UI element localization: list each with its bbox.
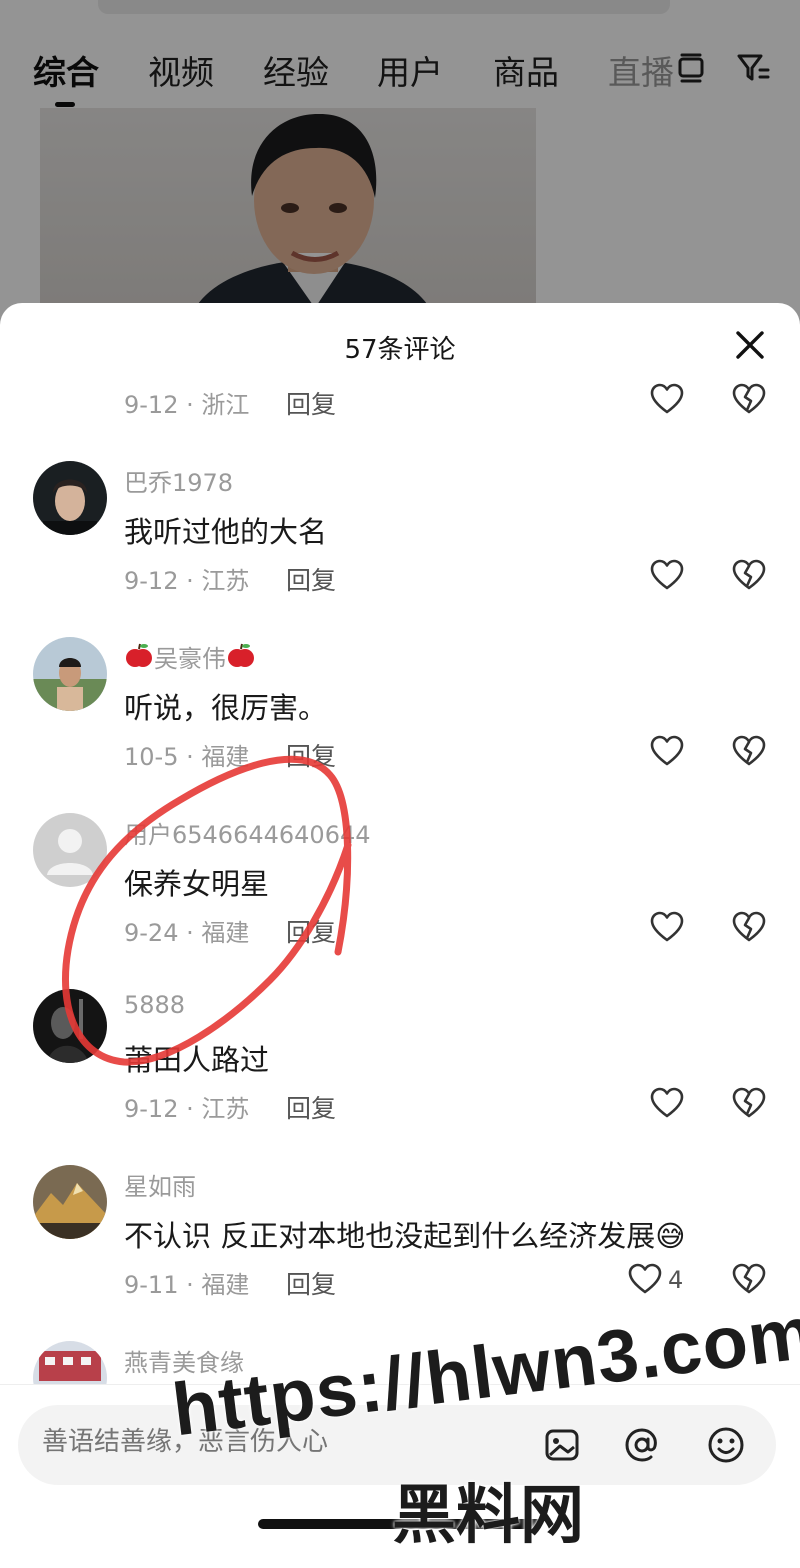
broken-heart-icon[interactable] (732, 559, 766, 591)
avatar[interactable] (33, 989, 107, 1063)
comment-username[interactable]: 5888 (124, 991, 185, 1019)
close-icon[interactable] (732, 327, 768, 363)
avatar[interactable] (33, 637, 107, 711)
comment-text: 保养女明星 (124, 867, 270, 901)
reply-button[interactable]: 回复 (286, 1265, 336, 1301)
comment-meta: 9-12 · 江苏 (124, 567, 250, 595)
avatar[interactable] (33, 1341, 107, 1387)
comment-text: 听说，很厉害。 (124, 691, 328, 725)
reply-button[interactable]: 回复 (286, 737, 336, 773)
emoji-icon[interactable] (706, 1425, 746, 1465)
broken-heart-icon[interactable] (732, 1263, 766, 1295)
reply-button[interactable]: 回复 (286, 385, 336, 421)
reply-button[interactable]: 回复 (286, 913, 336, 949)
broken-heart-icon[interactable] (732, 1087, 766, 1119)
broken-heart-icon[interactable] (732, 735, 766, 767)
comment-username-text: 吴豪伟 (154, 645, 226, 673)
avatar[interactable] (33, 461, 107, 535)
home-indicator (258, 1519, 542, 1529)
apple-emoji-icon (228, 643, 254, 667)
modal-dim-overlay[interactable] (0, 0, 800, 320)
list-item: 燕青美食缘 (0, 1341, 800, 1387)
comment-username[interactable]: 星如雨 (124, 1167, 196, 1202)
heart-icon[interactable] (650, 735, 684, 767)
comment-count-title: 57条评论 (344, 335, 456, 365)
like-count: 4 (668, 1266, 684, 1294)
broken-heart-icon[interactable] (732, 383, 766, 415)
comment-meta: 9-11 · 福建 (124, 1271, 250, 1299)
heart-icon[interactable] (650, 911, 684, 943)
comment-text: 不认识 反正对本地也没起到什么经济发展😅 (124, 1219, 686, 1253)
at-icon[interactable] (622, 1425, 662, 1465)
reply-button[interactable]: 回复 (286, 1089, 336, 1125)
search-results-background: 综合 视频 经验 用户 商品 直播 (0, 0, 800, 320)
comment-username[interactable]: 用户6546644640644 (124, 815, 371, 850)
comment-username[interactable]: 吴豪伟 (124, 639, 256, 674)
heart-icon[interactable] (650, 1087, 684, 1119)
broken-heart-icon[interactable] (732, 911, 766, 943)
comment-text: 莆田人路过 (124, 1043, 270, 1077)
comment-text: 我听过他的大名 (124, 515, 328, 549)
comment-input[interactable] (18, 1405, 776, 1485)
avatar[interactable] (33, 813, 107, 887)
avatar[interactable] (33, 1165, 107, 1239)
comment-meta: 9-24 · 福建 (124, 919, 250, 947)
comment-username[interactable]: 燕青美食缘 (124, 1343, 244, 1378)
comment-list[interactable]: 9-12 · 浙江 回复 巴乔1978 我听过他的大名 9-12 · 江苏 回复… (0, 367, 800, 1387)
comment-sheet: 57条评论 9-12 · 浙江 回复 巴乔1978 我听过他的大名 9-12 ·… (0, 303, 800, 1568)
heart-icon[interactable] (650, 383, 684, 415)
image-icon[interactable] (542, 1425, 582, 1465)
heart-icon[interactable] (650, 559, 684, 591)
comment-username[interactable]: 巴乔1978 (124, 463, 233, 498)
comment-meta: 9-12 · 浙江 (124, 391, 250, 419)
comment-meta: 9-12 · 江苏 (124, 1095, 250, 1123)
list-item: 5888 莆田人路过 9-12 · 江苏 回复 (0, 989, 800, 1165)
comment-field[interactable] (42, 1427, 402, 1457)
list-item: 9-12 · 浙江 回复 (0, 367, 800, 461)
comment-meta: 10-5 · 福建 (124, 743, 250, 771)
list-item: 吴豪伟 听说，很厉害。 10-5 · 福建 回复 (0, 637, 800, 813)
list-item: 用户6546644640644 保养女明星 9-24 · 福建 回复 (0, 813, 800, 989)
reply-button[interactable]: 回复 (286, 561, 336, 597)
list-item: 星如雨 不认识 反正对本地也没起到什么经济发展😅 9-11 · 福建 回复 4 (0, 1165, 800, 1341)
list-item: 巴乔1978 我听过他的大名 9-12 · 江苏 回复 (0, 461, 800, 637)
heart-icon[interactable] (628, 1263, 662, 1295)
apple-emoji-icon (126, 643, 152, 667)
comment-input-bar (0, 1384, 800, 1568)
